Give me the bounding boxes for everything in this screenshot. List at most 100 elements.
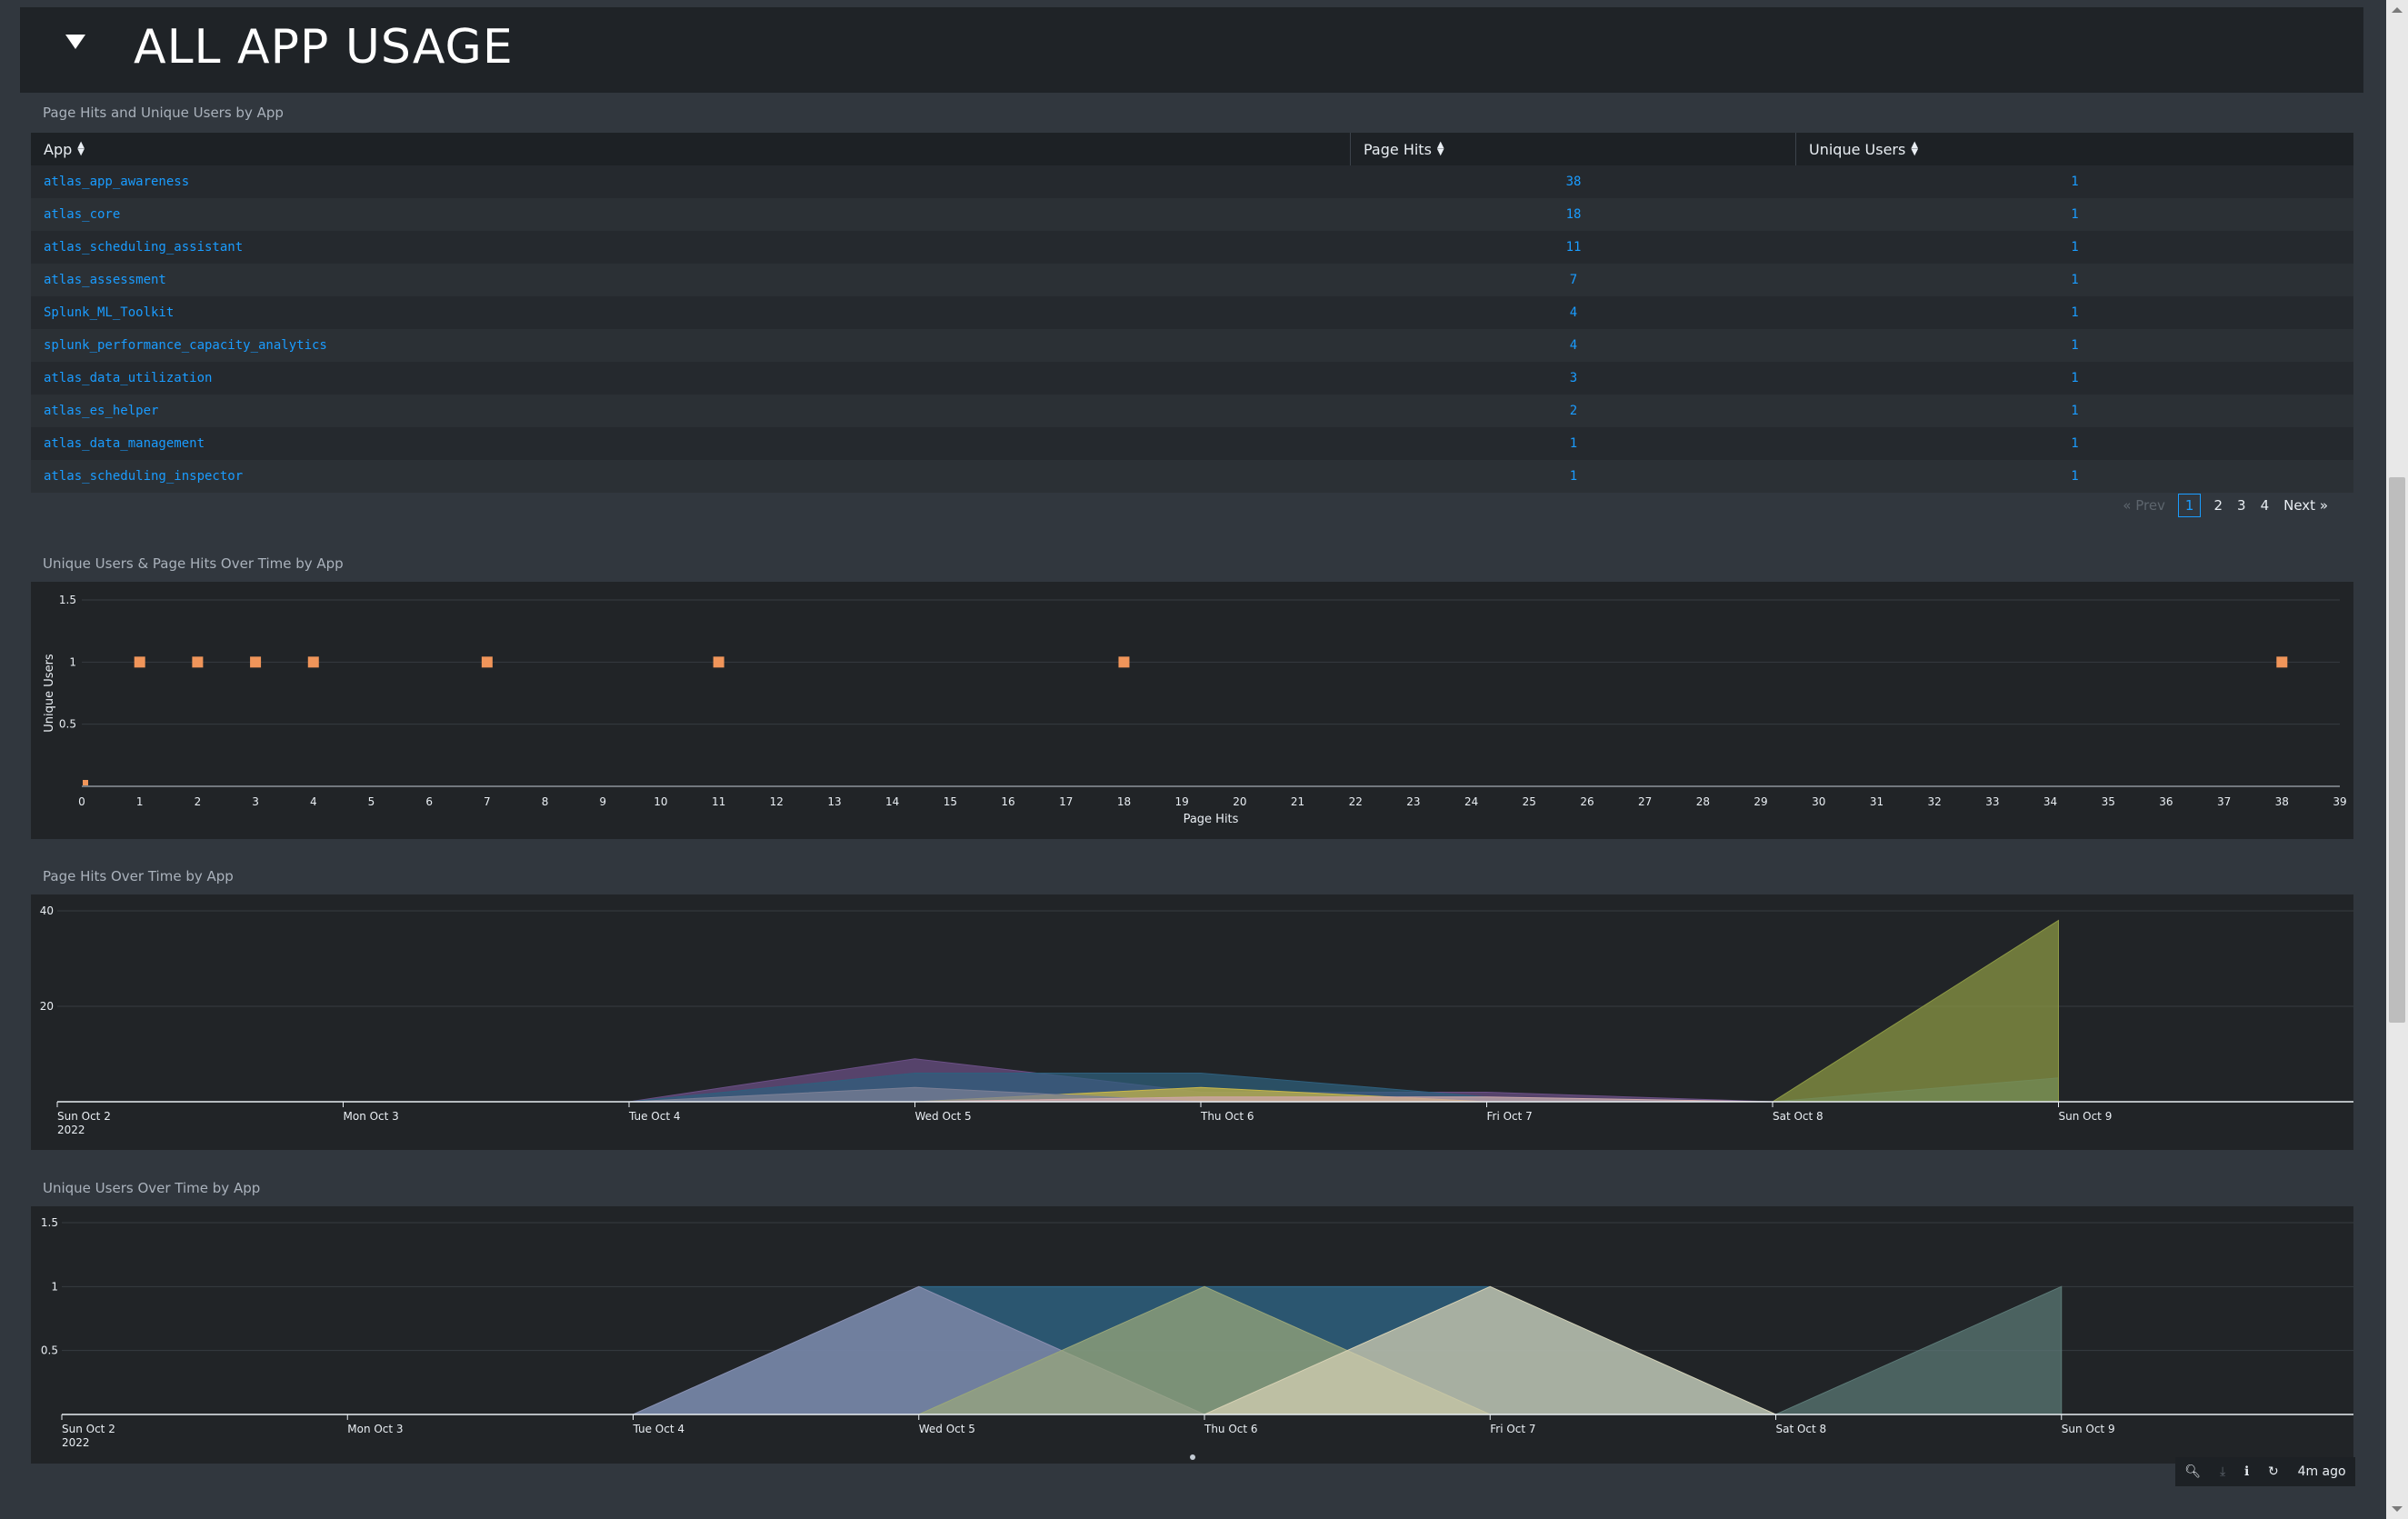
x-tick-label: 20 (1233, 795, 1246, 808)
scatter-chart-panel: 0.5 1 1.5 0 1 2 3 4 5 6 7 8 9 10 11 12 13 14 15 16 17 18 19 20 2… (31, 582, 2353, 839)
scatter-panel-title: Unique Users & Page Hits Over Time by Ap… (43, 555, 344, 572)
x-tick-label: Sat Oct 8 (1776, 1423, 1827, 1435)
last-refresh-time: 4m ago (2297, 1464, 2346, 1479)
info-icon[interactable]: ℹ (2244, 1464, 2249, 1479)
x-tick-label: Mon Oct 3 (344, 1110, 399, 1123)
unique-users-value[interactable]: 1 (1796, 362, 2353, 395)
unique-users-value[interactable]: 1 (1796, 395, 2353, 427)
users-chart-panel: 0.5 1 1.5 Sun Oct 2 Mon Oct 3 Tue Oct 4 Wed Oc… (31, 1206, 2383, 1464)
unique-users-value[interactable]: 1 (1796, 460, 2353, 493)
app-link[interactable]: atlas_core (31, 198, 1351, 231)
scroll-up-icon[interactable] (2392, 7, 2403, 13)
x-tick-label: 17 (1059, 795, 1073, 808)
page-link-1[interactable]: 1 (2177, 494, 2202, 517)
x-tick-label: 34 (2043, 795, 2057, 808)
x-tick-label: 35 (2102, 795, 2115, 808)
next-page-link[interactable]: Next » (2276, 494, 2335, 517)
x-tick-label: Wed Oct 5 (915, 1110, 972, 1123)
app-link[interactable]: Splunk_ML_Toolkit (31, 296, 1351, 329)
scrollbar-thumb[interactable] (2389, 477, 2405, 1023)
page-hits-value[interactable]: 4 (1351, 329, 1796, 362)
x-tick-label: 18 (1117, 795, 1131, 808)
y-tick-label: 1.5 (59, 594, 76, 606)
x-tick-label: 23 (1406, 795, 1420, 808)
x-tick-label: 5 (368, 795, 375, 808)
unique-users-value[interactable]: 1 (1796, 198, 2353, 231)
page-hits-value[interactable]: 11 (1351, 231, 1796, 264)
app-link[interactable]: atlas_scheduling_assistant (31, 231, 1351, 264)
page-hits-value[interactable]: 3 (1351, 362, 1796, 395)
page-hits-value[interactable]: 1 (1351, 427, 1796, 460)
y-tick-label: 0.5 (59, 718, 76, 731)
x-tick-label: 27 (1638, 795, 1652, 808)
export-icon[interactable]: ⤓ (2220, 1464, 2225, 1479)
x-tick-label: 39 (2333, 795, 2346, 808)
unique-users-value[interactable]: 1 (1796, 231, 2353, 264)
scatter-point (2276, 656, 2288, 668)
page-hits-value[interactable]: 38 (1351, 165, 1796, 198)
column-label: App (44, 140, 73, 158)
app-link[interactable]: atlas_assessment (31, 264, 1351, 296)
x-tick-label: 12 (770, 795, 784, 808)
x-tick-label: 14 (885, 795, 899, 808)
sort-icon: ▲ ▼ (1911, 140, 1919, 157)
scatter-point (1118, 656, 1130, 668)
app-link[interactable]: atlas_data_management (31, 427, 1351, 460)
column-header-page-hits[interactable]: Page Hits ▲ ▼ (1351, 133, 1796, 165)
scatter-point (713, 656, 724, 668)
y-tick-label: 20 (40, 1000, 54, 1013)
app-link[interactable]: atlas_data_utilization (31, 362, 1351, 395)
x-tick-label: 21 (1291, 795, 1304, 808)
app-link[interactable]: splunk_performance_capacity_analytics (31, 329, 1351, 362)
page-hits-value[interactable]: 1 (1351, 460, 1796, 493)
x-tick-label: 10 (654, 795, 667, 808)
page-hits-value[interactable]: 2 (1351, 395, 1796, 427)
unique-users-value[interactable]: 1 (1796, 296, 2353, 329)
column-label: Page Hits (1364, 140, 1432, 158)
table-row: atlas_scheduling_assistant 11 1 (31, 231, 2353, 264)
x-tick-label: Thu Oct 6 (1204, 1423, 1258, 1435)
y-tick-label: 40 (40, 904, 54, 917)
collapse-toggle-icon[interactable] (65, 35, 85, 49)
x-tick-label: 25 (1523, 795, 1536, 808)
table-header: App ▲ ▼ Page Hits ▲ ▼ Unique Users ▲ ▼ (31, 133, 2353, 165)
page-link-3[interactable]: 3 (2230, 494, 2253, 517)
page-hits-value[interactable]: 4 (1351, 296, 1796, 329)
y-tick-label: 0.5 (41, 1344, 58, 1357)
x-tick-label: 16 (1001, 795, 1014, 808)
table-body: atlas_app_awareness 38 1 atlas_core 18 1 atlas… (31, 165, 2353, 493)
scroll-down-icon[interactable] (2392, 1506, 2403, 1512)
x-tick-label: 38 (2275, 795, 2289, 808)
x-tick-label: 1 (136, 795, 144, 808)
x-tick-label: 7 (484, 795, 491, 808)
scrollbar[interactable] (2386, 0, 2408, 1519)
x-tick-label: 22 (1349, 795, 1363, 808)
x-tick-label: Fri Oct 7 (1490, 1423, 1535, 1435)
hits-chart-panel: 20 40 Sun Oct 2 Mon Oct 3 Tue Oct 4 Wed Oct 5… (31, 894, 2381, 1150)
x-tick-label: Fri Oct 7 (1487, 1110, 1533, 1123)
x-tick-label: 32 (1928, 795, 1942, 808)
y-tick-label: 1 (51, 1280, 58, 1293)
page-hits-value[interactable]: 7 (1351, 264, 1796, 296)
unique-users-value[interactable]: 1 (1796, 329, 2353, 362)
search-icon[interactable]: 🔍︎ (2184, 1464, 2201, 1479)
scatter-point (192, 656, 204, 668)
app-link[interactable]: atlas_app_awareness (31, 165, 1351, 198)
column-header-unique-users[interactable]: Unique Users ▲ ▼ (1796, 133, 2353, 165)
page-link-4[interactable]: 4 (2253, 494, 2277, 517)
refresh-icon[interactable]: ↻ (2268, 1464, 2279, 1479)
x-tick-label: 28 (1696, 795, 1710, 808)
unique-users-value[interactable]: 1 (1796, 427, 2353, 460)
unique-users-value[interactable]: 1 (1796, 264, 2353, 296)
column-header-app[interactable]: App ▲ ▼ (31, 133, 1351, 165)
y-tick-label: 1 (69, 655, 76, 668)
sort-icon: ▲ ▼ (77, 140, 85, 157)
x-tick-label: Sun Oct 2 (57, 1110, 111, 1123)
unique-users-value[interactable]: 1 (1796, 165, 2353, 198)
app-link[interactable]: atlas_scheduling_inspector (31, 460, 1351, 493)
table-panel-title: Page Hits and Unique Users by App (43, 105, 284, 121)
app-link[interactable]: atlas_es_helper (31, 395, 1351, 427)
page-link-2[interactable]: 2 (2206, 494, 2230, 517)
x-tick-label: 2 (195, 795, 202, 808)
page-hits-value[interactable]: 18 (1351, 198, 1796, 231)
